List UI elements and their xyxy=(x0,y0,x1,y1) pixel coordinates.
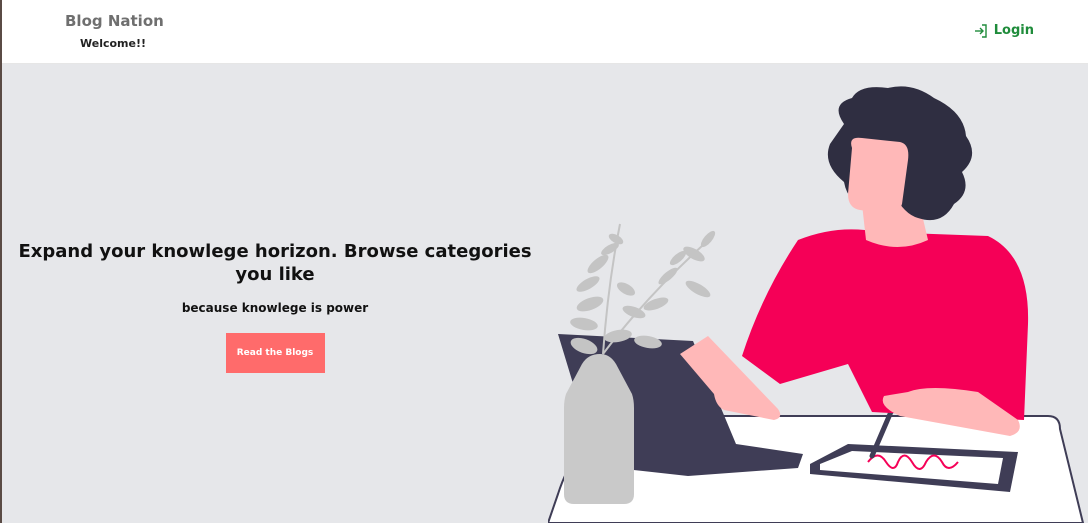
brand-name[interactable]: Blog Nation xyxy=(65,12,164,30)
login-label: Login xyxy=(993,23,1034,38)
login-link[interactable]: Login xyxy=(974,23,1034,38)
hero-text: Expand your knowlege horizon. Browse cat… xyxy=(2,240,548,373)
page: Blog Nation Welcome!! Login Expand your … xyxy=(0,0,1088,523)
hero-illustration xyxy=(548,86,1085,523)
hero-subline: because knowlege is power xyxy=(181,301,369,315)
person-face xyxy=(848,137,909,215)
welcome-text: Welcome!! xyxy=(80,37,147,50)
person-shirt xyxy=(742,229,1029,420)
navbar: Blog Nation Welcome!! Login xyxy=(2,0,1088,64)
read-blogs-button[interactable]: Read the Blogs xyxy=(225,333,325,373)
login-icon xyxy=(974,23,987,38)
hero-headline: Expand your knowlege horizon. Browse cat… xyxy=(18,241,532,285)
hero-section: Expand your knowlege horizon. Browse cat… xyxy=(2,64,1088,523)
